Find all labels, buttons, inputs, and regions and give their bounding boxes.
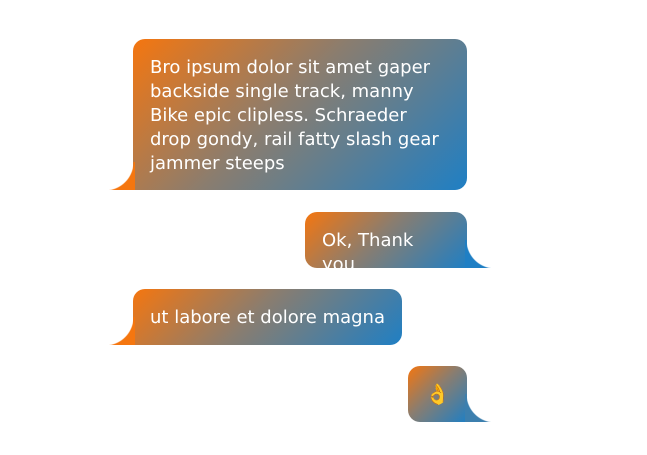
message-bubble-outgoing[interactable]: Ok, Thank you — [305, 212, 495, 275]
message-text: Ok, Thank you — [322, 230, 414, 275]
message-text: ut labore et dolore magna — [150, 307, 385, 328]
bubble-tail — [465, 394, 495, 422]
message-bubble-incoming[interactable]: ut labore et dolore magna — [105, 289, 402, 345]
message-bubble-incoming[interactable]: Bro ipsum dolor sit amet gaper backside … — [105, 39, 467, 190]
bubble-tail — [105, 317, 135, 345]
ok-hand-emoji-icon: 👌 — [425, 382, 450, 406]
message-text: Bro ipsum dolor sit amet gaper backside … — [150, 57, 439, 174]
chat-thread: Bro ipsum dolor sit amet gaper backside … — [0, 0, 647, 455]
bubble-tail — [105, 162, 135, 190]
bubble-tail — [465, 240, 495, 268]
message-bubble-outgoing[interactable]: 👌 — [408, 366, 495, 422]
